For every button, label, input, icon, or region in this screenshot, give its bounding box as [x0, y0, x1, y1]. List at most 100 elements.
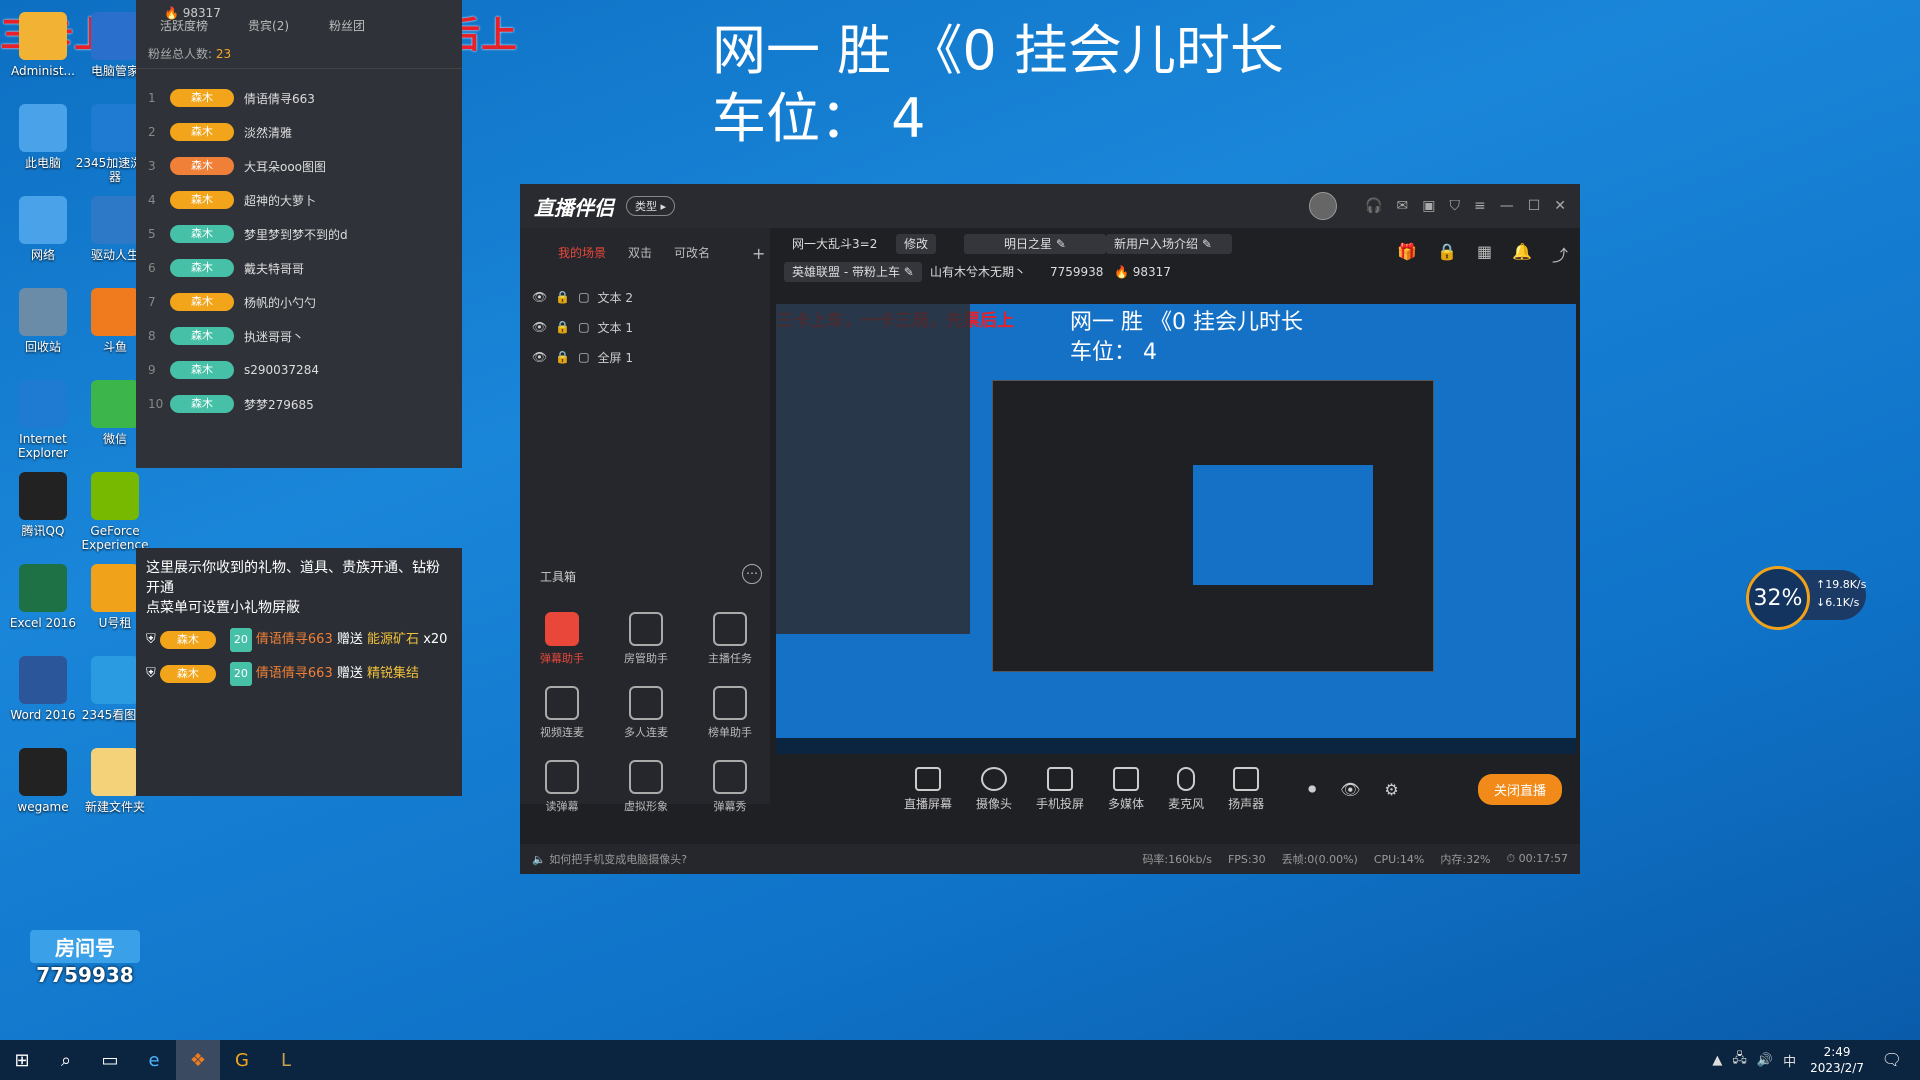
- list-item[interactable]: 7 森木 杨帆的小勺勺: [136, 285, 462, 319]
- room-id: 7759938: [1050, 265, 1104, 279]
- minimize-icon[interactable]: —: [1500, 198, 1514, 214]
- stream-preview[interactable]: 三卡上车，一卡三局，先票后上 网一 胜 《0 挂会儿时长 车位： 4: [776, 304, 1576, 754]
- list-item[interactable]: 5 森木 梦里梦到梦不到的d: [136, 217, 462, 251]
- fan-badge: 森木: [170, 157, 234, 175]
- list-item[interactable]: 3 森木 大耳朵ooo图图: [136, 149, 462, 183]
- lol-taskbar-icon[interactable]: L: [264, 1040, 308, 1080]
- speaker-button[interactable]: 扬声器: [1228, 766, 1264, 812]
- screen-icon[interactable]: ▣: [1422, 198, 1435, 214]
- tool-button[interactable]: 多人连麦: [604, 686, 688, 740]
- preview-nested-panel: [776, 304, 970, 634]
- tray-nvidia-icon[interactable]: ▲: [1712, 1053, 1722, 1068]
- lock-icon[interactable]: 🔒: [555, 290, 570, 304]
- list-item[interactable]: 9 森木 s290037284: [136, 353, 462, 387]
- list-item[interactable]: 2 森木 淡然清雅: [136, 115, 462, 149]
- list-item[interactable]: 10 森木 梦梦279685: [136, 387, 462, 421]
- fan-name: 倩语倩寻663: [244, 91, 315, 106]
- mail-icon[interactable]: ✉: [1397, 198, 1409, 214]
- source-item[interactable]: 👁 🔒 ▢ 文本 2: [520, 282, 770, 312]
- search-icon[interactable]: ⌕: [44, 1040, 88, 1080]
- list-item[interactable]: 1 森木 倩语倩寻663: [136, 81, 462, 115]
- multimedia-button[interactable]: 多媒体: [1108, 766, 1144, 812]
- tool-icon: [629, 612, 663, 646]
- type-button[interactable]: 类型 ▸: [626, 196, 676, 216]
- tool-label: 多人连麦: [624, 726, 668, 739]
- tool-icon: [629, 760, 663, 794]
- tray-ime[interactable]: 中: [1783, 1051, 1796, 1070]
- ie-taskbar-icon[interactable]: e: [132, 1040, 176, 1080]
- share-icon[interactable]: ⤴: [1552, 242, 1568, 266]
- fan-badge: 森木: [170, 225, 234, 243]
- bell-icon[interactable]: 🔔: [1512, 242, 1532, 266]
- tool-button[interactable]: 视频连麦: [520, 686, 604, 740]
- tab-fan-club[interactable]: 粉丝团: [329, 17, 365, 34]
- settings-icon[interactable]: ⚙: [1384, 780, 1398, 799]
- phone-cast-button[interactable]: 手机投屏: [1036, 766, 1084, 812]
- lock-icon[interactable]: 🔒: [555, 320, 570, 334]
- tool-button[interactable]: 榜单助手: [688, 686, 772, 740]
- network-speed-widget[interactable]: 32% ↑19.8K/s ↓6.1K/s: [1746, 566, 1867, 630]
- desktop-icon[interactable]: GeForce Experience: [72, 472, 158, 552]
- source-item[interactable]: 👁 🔒 ▢ 文本 1: [520, 312, 770, 342]
- tool-button[interactable]: 虚拟形象: [604, 760, 688, 814]
- avatar[interactable]: [1309, 192, 1338, 220]
- source-list: 👁 🔒 ▢ 文本 2 👁 🔒 ▢ 文本 1 👁 🔒 ▢ 全屏 1: [520, 282, 770, 372]
- more-icon[interactable]: ⋯: [742, 564, 762, 584]
- app-icon: [91, 380, 139, 428]
- tool-button[interactable]: 房管助手: [604, 612, 688, 666]
- stop-live-button[interactable]: 关闭直播: [1477, 773, 1562, 805]
- eye-icon[interactable]: 👁: [532, 320, 547, 334]
- lock-icon[interactable]: 🔒: [555, 350, 570, 364]
- record-icon[interactable]: ⏺: [1308, 779, 1316, 799]
- close-icon[interactable]: ✕: [1554, 198, 1566, 214]
- speed-percent: 32%: [1746, 566, 1810, 630]
- tab-vip[interactable]: 贵宾(2): [248, 17, 289, 34]
- maximize-icon[interactable]: ☐: [1528, 198, 1541, 214]
- shirt-icon[interactable]: ⛉: [1449, 198, 1460, 214]
- add-scene-icon[interactable]: +: [752, 244, 765, 274]
- tab-double-click[interactable]: 双击: [628, 244, 652, 274]
- menu-icon[interactable]: ≡: [1474, 198, 1486, 214]
- tool-button[interactable]: 弹幕助手: [520, 612, 604, 666]
- star-button[interactable]: 明日之星 ✎: [964, 234, 1106, 254]
- eye-icon[interactable]: 👁: [532, 350, 547, 364]
- layout-icon[interactable]: ▦: [1477, 242, 1492, 266]
- task-view-icon[interactable]: ▭: [88, 1040, 132, 1080]
- tab-rename[interactable]: 可改名: [674, 244, 710, 274]
- speed-up: ↑19.8K/s: [1816, 578, 1867, 591]
- list-item[interactable]: 4 森木 超神的大萝卜: [136, 183, 462, 217]
- tray-network-icon[interactable]: 🖧: [1732, 1049, 1747, 1071]
- notification-icon[interactable]: 🗨: [1882, 1050, 1902, 1069]
- tool-button[interactable]: 主播任务: [688, 612, 772, 666]
- wegame-taskbar-icon[interactable]: G: [220, 1040, 264, 1080]
- gift-icon[interactable]: 🎁: [1397, 242, 1417, 266]
- tab-my-scenes[interactable]: 我的场景: [558, 244, 606, 274]
- live-companion-taskbar-icon[interactable]: ❖: [176, 1040, 220, 1080]
- fans-count: 🔥 98317: [164, 6, 221, 20]
- app-icon: [19, 196, 67, 244]
- headset-icon[interactable]: 🎧: [1365, 198, 1382, 214]
- list-item[interactable]: 6 森木 戴夫特哥哥: [136, 251, 462, 285]
- entry-intro-button[interactable]: 新用户入场介绍 ✎: [1106, 234, 1232, 254]
- fan-badge: 森木: [170, 89, 234, 107]
- list-item[interactable]: 8 森木 执迷哥哥丶: [136, 319, 462, 353]
- eye-icon[interactable]: 👁: [532, 290, 547, 304]
- tool-button[interactable]: 弹幕秀: [688, 760, 772, 814]
- status-fps: FPS:30: [1227, 852, 1266, 866]
- edit-title-button[interactable]: 修改: [896, 234, 937, 254]
- start-icon[interactable]: ⊞: [0, 1040, 44, 1080]
- camera-button[interactable]: 摄像头: [976, 766, 1012, 812]
- source-item[interactable]: 👁 🔒 ▢ 全屏 1: [520, 342, 770, 372]
- status-cpu: CPU:14%: [1373, 852, 1425, 866]
- tip-link[interactable]: 🔈 如何把手机变成电脑摄像头?: [532, 851, 687, 867]
- clock[interactable]: 2:49 2023/2/7: [1810, 1044, 1920, 1076]
- room-number: 7759938: [36, 963, 134, 987]
- microphone-button[interactable]: 麦克风: [1168, 766, 1204, 812]
- tool-button[interactable]: 读弹幕: [520, 760, 604, 814]
- tray-volume-icon[interactable]: 🔊: [1757, 1053, 1773, 1068]
- eye-icon[interactable]: 👁: [1340, 780, 1360, 799]
- status-bar: 🔈 如何把手机变成电脑摄像头? 码率:160kb/s FPS:30 丢帧:0(0…: [520, 844, 1580, 874]
- category-button[interactable]: 英雄联盟 - 带粉上车 ✎: [784, 262, 922, 282]
- screen-capture-button[interactable]: 直播屏幕: [904, 766, 952, 812]
- lock-icon[interactable]: 🔒: [1437, 242, 1457, 266]
